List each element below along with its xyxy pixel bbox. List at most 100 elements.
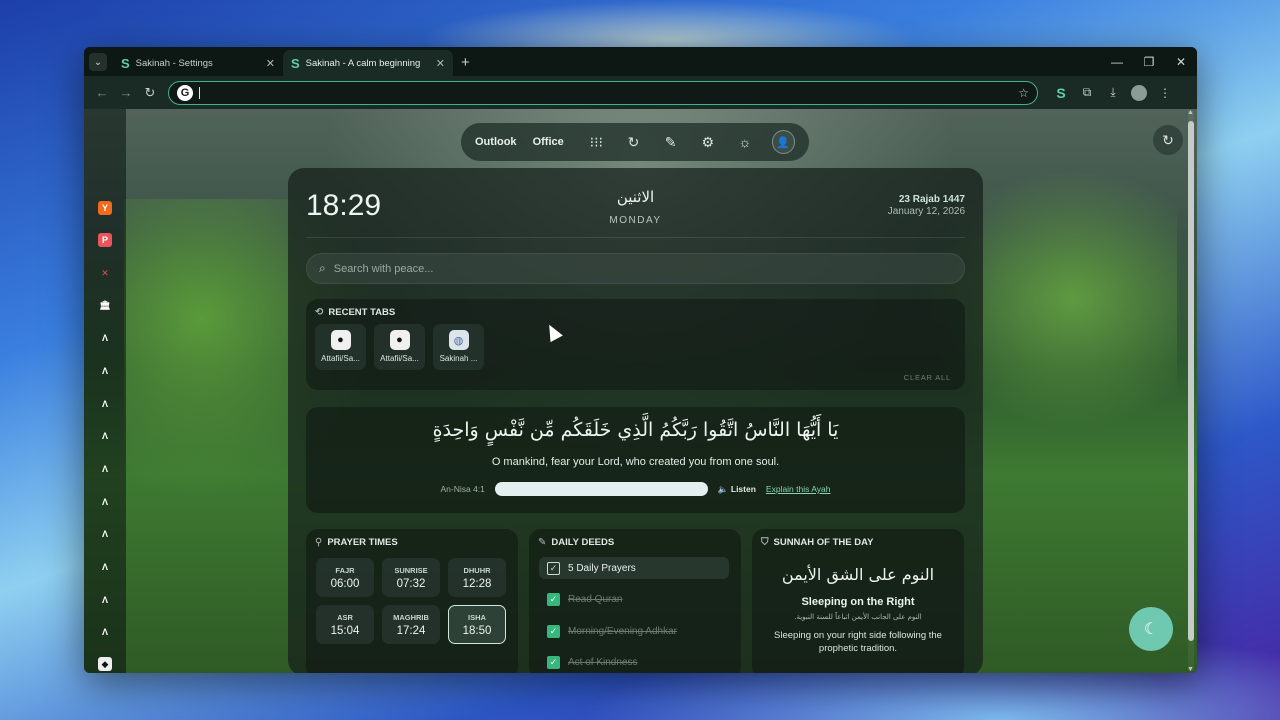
deed-item[interactable]: ✓ Read Quran <box>539 588 729 610</box>
x-icon[interactable]: ✕ <box>98 266 112 280</box>
page-content: Y P ✕ 🏛 Λ Λ Λ Λ Λ Λ Λ Λ Λ Λ ◆ Outlook Of… <box>84 109 1197 673</box>
p-icon[interactable]: P <box>98 233 112 247</box>
prayer-time: 06:00 <box>330 577 360 590</box>
tab-calm-beginning[interactable]: S Sakinah - A calm beginning ✕ <box>283 50 453 76</box>
app-icon[interactable]: Λ <box>98 625 112 639</box>
menu-icon[interactable]: ⋮ <box>1152 86 1178 100</box>
sakinah-extension-icon[interactable]: S <box>1048 85 1074 101</box>
tab-settings[interactable]: S Sakinah - Settings ✕ <box>113 50 283 76</box>
app-icon[interactable]: Λ <box>98 364 112 378</box>
sunnah-english-title: Sleeping on the Right <box>801 596 915 608</box>
app-icon[interactable]: Λ <box>98 560 112 574</box>
app-icon[interactable]: Λ <box>98 462 112 476</box>
checkbox-checked-icon[interactable]: ✓ <box>547 655 560 669</box>
explain-ayah-link[interactable]: Explain this Ayah <box>766 484 831 494</box>
ayah-controls: An-Nisa 4:1 🔈 Listen Explain this Ayah <box>306 482 965 496</box>
background-refresh-button[interactable]: ↻ <box>1153 125 1183 155</box>
prayer-time: 18:50 <box>462 624 492 637</box>
moon-icon[interactable]: ☾ <box>1129 607 1173 651</box>
sidebar: Y P ✕ 🏛 Λ Λ Λ Λ Λ Λ Λ Λ Λ Λ ◆ <box>84 109 126 673</box>
app-icon[interactable]: Λ <box>98 429 112 443</box>
prayer-time: 07:32 <box>396 577 426 590</box>
search-bar[interactable]: ⌕ <box>306 253 965 284</box>
scroll-up-icon[interactable]: ▲ <box>1187 109 1194 116</box>
tab-search-button[interactable]: ⌄ <box>89 53 107 71</box>
gear-icon[interactable]: ⚙ <box>691 134 724 151</box>
recent-tabs-title: RECENT TABS <box>328 307 396 318</box>
minimize-icon[interactable]: — <box>1101 55 1133 69</box>
day-english: MONDAY <box>609 215 662 226</box>
app-icon[interactable]: Λ <box>98 527 112 541</box>
app-icon[interactable]: ◆ <box>98 657 112 671</box>
github-icon: ● <box>389 330 410 350</box>
url-input[interactable] <box>199 86 1019 99</box>
hijri-date: 23 Rajab 1447 <box>898 194 965 205</box>
restore-icon[interactable]: ❐ <box>1133 55 1165 69</box>
main-panel: 18:29 الاثنين MONDAY 23 Rajab 1447 Janua… <box>288 168 983 673</box>
y-icon[interactable]: Y <box>98 201 112 215</box>
prayer-time: 15:04 <box>330 624 360 637</box>
ayah-reference: An-Nisa 4:1 <box>440 484 485 494</box>
prayer-time: 17:24 <box>396 624 426 637</box>
museum-icon[interactable]: 🏛 <box>98 298 112 312</box>
apps-grid-icon[interactable]: ⁝⁝⁝ <box>580 134 613 151</box>
prayer-name: ASR <box>337 612 353 622</box>
scrollbar[interactable]: ▲ ▼ <box>1187 109 1194 673</box>
address-bar[interactable]: G ☆ <box>168 80 1038 105</box>
audio-player[interactable] <box>494 482 708 496</box>
recent-tab-item[interactable]: ● Attafii/Sa... <box>374 324 425 370</box>
app-icon[interactable]: Λ <box>98 397 112 411</box>
pencil-icon: ✎ <box>538 537 547 548</box>
close-window-icon[interactable]: ✕ <box>1165 55 1197 69</box>
deed-item[interactable]: ✓ Act of Kindness <box>539 651 729 673</box>
listen-button[interactable]: 🔈 Listen <box>718 484 756 495</box>
recent-tab-label: Attafii/Sa... <box>380 354 419 363</box>
deed-item[interactable]: ✓ 5 Daily Prayers <box>539 557 729 579</box>
bookmark-star-icon[interactable]: ☆ <box>1018 86 1029 100</box>
pen-icon[interactable]: ✎ <box>654 134 687 151</box>
refresh-icon[interactable]: ↻ <box>617 134 650 151</box>
prayer-times-header: ⚲ PRAYER TIMES <box>315 537 398 548</box>
search-input[interactable] <box>333 262 952 275</box>
back-icon[interactable]: ← <box>90 85 114 100</box>
forward-icon[interactable]: → <box>114 85 138 100</box>
clear-all-button[interactable]: CLEAR ALL <box>904 373 951 382</box>
app-icon[interactable]: Λ <box>98 593 112 607</box>
close-icon[interactable]: ✕ <box>436 57 445 70</box>
window-controls: — ❐ ✕ <box>1101 47 1197 76</box>
sunnah-arabic-description: النوم على الجانب الأيمن اتباعاً للسنة ال… <box>794 613 922 621</box>
new-tab-button[interactable]: + <box>461 54 470 71</box>
close-icon[interactable]: ✕ <box>266 57 275 70</box>
scroll-down-icon[interactable]: ▼ <box>1187 666 1194 673</box>
app-icon[interactable]: Λ <box>98 331 112 345</box>
prayer-times-card: ⚲ PRAYER TIMES FAJR 06:00 SUNRISE 07:32 … <box>306 529 518 673</box>
ayah-arabic: يَا أَيُّهَا النَّاسُ اتَّقُوا رَبَّكُمُ… <box>432 419 839 441</box>
reload-icon[interactable]: ↻ <box>138 85 162 101</box>
daily-deeds-title: DAILY DEEDS <box>551 537 615 548</box>
profile-avatar[interactable] <box>1131 84 1147 101</box>
download-icon[interactable]: ⤓ <box>1100 85 1126 100</box>
prayer-name: ISHA <box>468 612 486 622</box>
app-icon[interactable]: Λ <box>98 495 112 509</box>
office-link[interactable]: Office <box>533 136 564 148</box>
recent-tab-item[interactable]: ◍ Sakinah ... <box>433 324 484 370</box>
checkbox-icon[interactable]: ✓ <box>547 561 560 575</box>
sunnah-header: ⛉ SUNNAH OF THE DAY <box>761 537 873 548</box>
deed-item[interactable]: ✓ Morning/Evening Adhkar <box>539 620 729 642</box>
deed-label: Act of Kindness <box>568 656 638 668</box>
recent-tab-item[interactable]: ● Attafii/Sa... <box>315 324 366 370</box>
checkbox-checked-icon[interactable]: ✓ <box>547 592 560 606</box>
outlook-link[interactable]: Outlook <box>475 136 517 148</box>
sunnah-arabic: النوم على الشق الأيمن <box>781 565 935 584</box>
toolbar-icons: S ⧉ ⤓ ⋮ <box>1048 84 1178 101</box>
prayer-time-sunrise: SUNRISE 07:32 <box>382 558 440 597</box>
scroll-thumb[interactable] <box>1188 121 1194 641</box>
sunnah-card: ⛉ SUNNAH OF THE DAY النوم على الشق الأيم… <box>752 529 964 673</box>
recent-tabs-card: ⟲ RECENT TABS ● Attafii/Sa... ● Attafii/… <box>306 299 965 390</box>
sun-icon[interactable]: ☼ <box>728 134 761 150</box>
sakinah-favicon-icon: S <box>291 55 300 71</box>
globe-icon: ◍ <box>448 330 469 350</box>
checkbox-checked-icon[interactable]: ✓ <box>547 624 560 638</box>
extensions-icon[interactable]: ⧉ <box>1074 85 1100 100</box>
user-icon[interactable]: 👤 <box>771 130 795 154</box>
